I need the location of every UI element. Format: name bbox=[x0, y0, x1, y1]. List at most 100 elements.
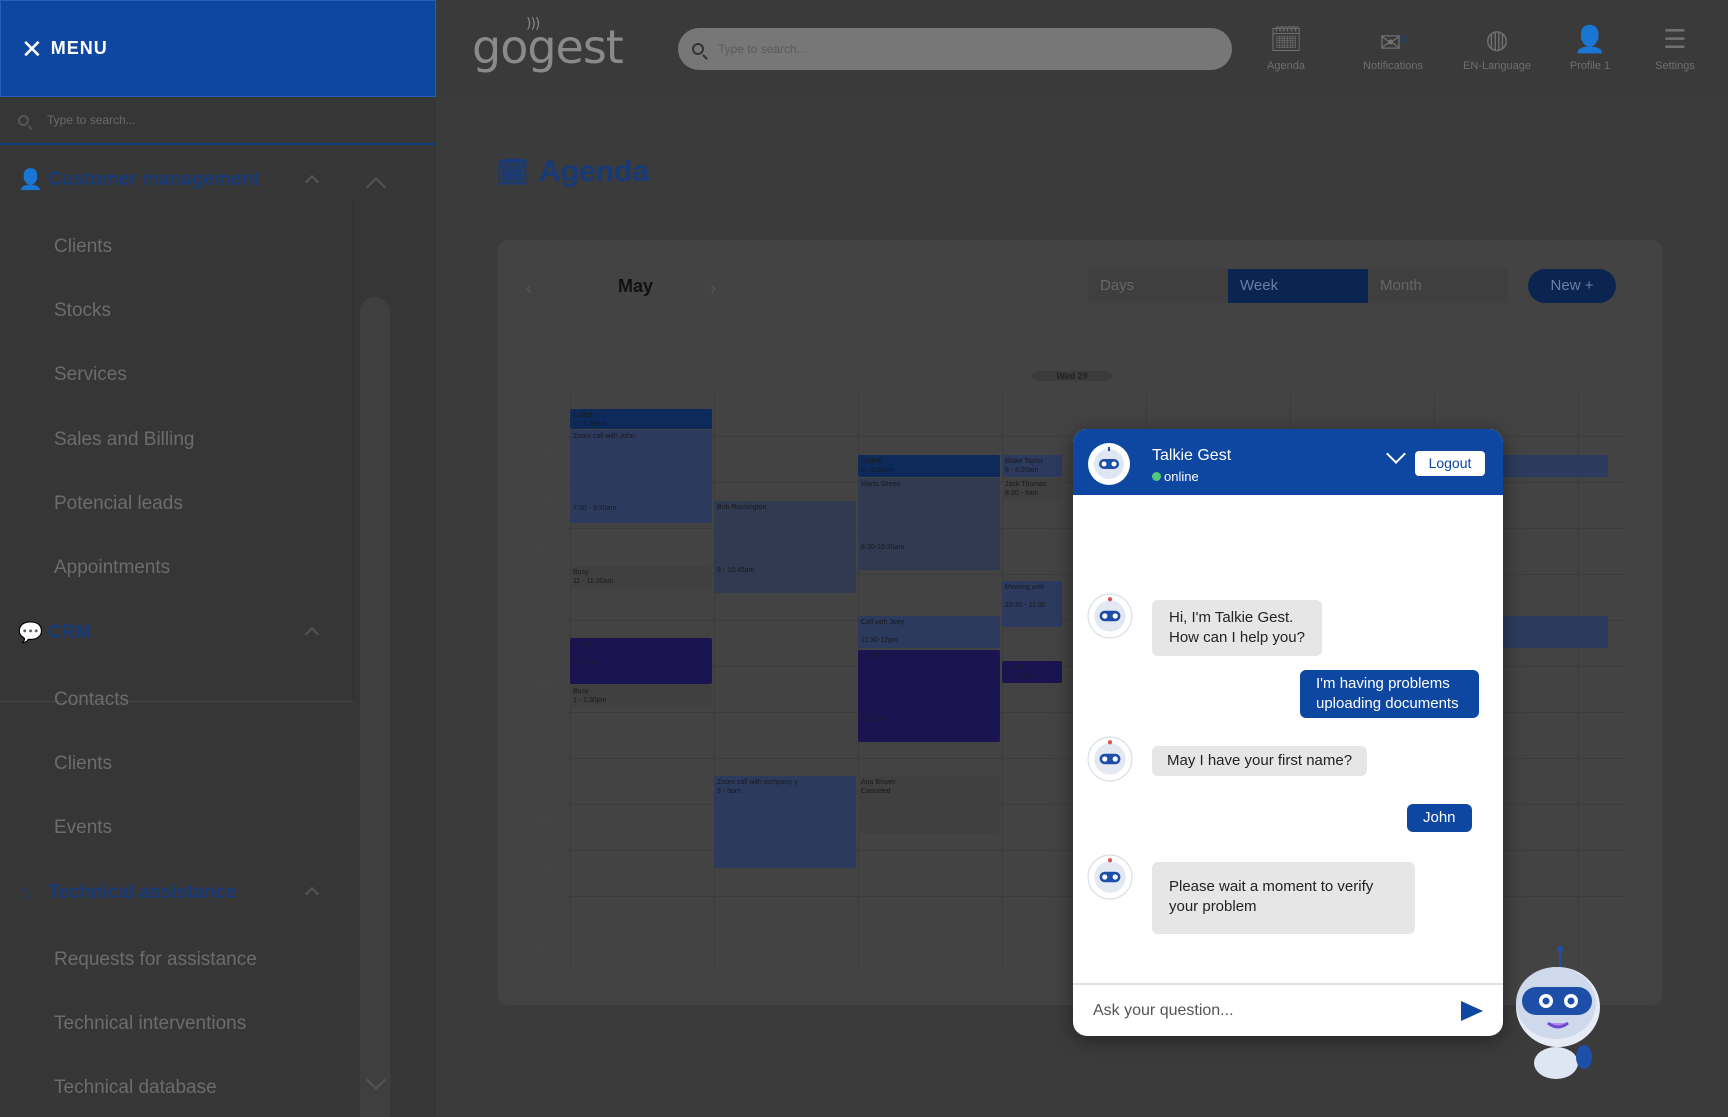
calendar-event[interactable]: Coffee 7 - 7:30am bbox=[570, 409, 712, 429]
page-title: 🗓 Agenda bbox=[496, 155, 650, 188]
scroll-down-icon[interactable] bbox=[366, 1073, 384, 1091]
sidebar-item-requests-assistance[interactable]: Requests for assistance bbox=[54, 949, 257, 971]
bot-name: Talkie Gest bbox=[1152, 447, 1232, 464]
sidebar-item-crm-clients[interactable]: Clients bbox=[54, 753, 112, 775]
hour-label: 2 PM bbox=[536, 726, 555, 735]
hand-pointer-icon: ☝ bbox=[18, 882, 31, 904]
view-days-button[interactable]: Days bbox=[1088, 269, 1228, 303]
hour-label: 1 PM bbox=[536, 680, 555, 689]
calendar-event[interactable]: Call with Joey 11:30-12pm bbox=[858, 616, 1000, 648]
hour-label: 11 AM bbox=[536, 588, 559, 597]
chat-input-field[interactable]: Ask your question... bbox=[1073, 983, 1503, 1036]
prev-month-icon[interactable]: ‹ bbox=[526, 278, 532, 299]
chat-bubbles-icon: 💬 bbox=[18, 622, 43, 644]
hour-label: 10 AM bbox=[536, 542, 560, 551]
hour-label: 9 AM bbox=[536, 496, 555, 505]
bot-message: Please wait a moment to verify your prob… bbox=[1152, 862, 1415, 934]
bot-status: online bbox=[1152, 469, 1199, 484]
user-message: John bbox=[1407, 804, 1472, 832]
sidebar-item-sales-billing[interactable]: Sales and Billing bbox=[54, 429, 194, 451]
day-header: Thu 29 bbox=[1201, 371, 1231, 381]
sidebar-item-technical-interventions[interactable]: Technical interventions bbox=[54, 1013, 246, 1035]
sidebar-item-services[interactable]: Services bbox=[54, 364, 127, 386]
menu-toggle[interactable]: ✕ MENU bbox=[0, 0, 436, 97]
sidebar-item-contacts[interactable]: Contacts bbox=[54, 689, 129, 711]
chevron-down-icon[interactable] bbox=[1385, 451, 1407, 465]
hour-label: 8 AM bbox=[536, 450, 555, 459]
calendar-event[interactable]: Lunch 12- 1pm bbox=[570, 638, 712, 684]
section-customer-management[interactable]: 👤 Customer management bbox=[18, 167, 259, 192]
close-icon[interactable]: ✕ bbox=[21, 36, 43, 62]
calendar-event[interactable] bbox=[1498, 455, 1608, 477]
user-message: I'm having problems uploading documents bbox=[1300, 670, 1479, 718]
agenda-nav-button[interactable]: 🗓 Agenda bbox=[1241, 24, 1331, 72]
calendar-event[interactable] bbox=[1498, 616, 1608, 648]
calendar-icon: 🗓 bbox=[1269, 24, 1303, 54]
view-toggle: Days Week Month bbox=[1088, 269, 1508, 303]
search-icon bbox=[692, 43, 704, 55]
sidebar-item-potencial-leads[interactable]: Potencial leads bbox=[54, 493, 183, 515]
sidebar-item-clients[interactable]: Clients bbox=[54, 236, 112, 258]
hour-label: 6 PM bbox=[536, 910, 555, 919]
send-icon[interactable] bbox=[1461, 1001, 1483, 1021]
user-icon: 👤 bbox=[1573, 24, 1607, 54]
language-nav-button[interactable]: ◍ EN-Language bbox=[1452, 24, 1542, 72]
chevron-up-icon[interactable] bbox=[304, 883, 318, 897]
calendar-clock-icon: 🗓 bbox=[496, 156, 530, 187]
bot-avatar-icon bbox=[1087, 736, 1133, 787]
calendar-event[interactable]: Lunch 1 - 1:30pm bbox=[1002, 661, 1062, 683]
next-month-icon[interactable]: › bbox=[710, 278, 716, 299]
search-icon bbox=[18, 114, 29, 126]
notification-badge: 3 bbox=[1401, 34, 1407, 44]
grid-column-line bbox=[1578, 390, 1579, 970]
calendar-event[interactable]: Busy 11 - 11:30am bbox=[570, 566, 712, 588]
settings-nav-button[interactable]: ☰ Settings bbox=[1630, 24, 1720, 72]
sidebar-item-events[interactable]: Events bbox=[54, 817, 112, 839]
sidebar-scrollbar[interactable] bbox=[360, 297, 390, 1117]
scroll-up-icon[interactable] bbox=[366, 173, 384, 191]
sidebar-search[interactable]: Type to search... bbox=[0, 97, 436, 145]
view-week-button[interactable]: Week bbox=[1228, 269, 1368, 303]
calendar-event[interactable]: Lunch 12- 2pm bbox=[858, 650, 1000, 742]
calendar-event[interactable]: Ana Brown Canceled bbox=[858, 776, 1000, 834]
top-search-bar[interactable]: Type to search... bbox=[678, 28, 1232, 70]
sidebar-item-technical-database[interactable]: Technical database bbox=[54, 1077, 217, 1099]
calendar-event[interactable]: Bob Rossington 9 - 10:45am bbox=[714, 501, 856, 593]
gogest-logo[interactable]: ))) gogest bbox=[472, 16, 624, 74]
bot-avatar-icon bbox=[1087, 593, 1133, 644]
sidebar-item-appointments[interactable]: Appointments bbox=[54, 557, 170, 579]
grid-column-line bbox=[714, 390, 715, 970]
calendar-event[interactable]: Marta Green 8:30-10:30am bbox=[858, 478, 1000, 570]
chat-header: Talkie Gest online Logout bbox=[1073, 429, 1503, 495]
bot-avatar-icon bbox=[1087, 854, 1133, 905]
menu-label: MENU bbox=[50, 38, 108, 58]
calendar-event[interactable]: Coffee 8 - 8:30am bbox=[858, 455, 1000, 477]
notifications-nav-button[interactable]: ✉3 Notifications bbox=[1348, 24, 1438, 72]
list-icon: ☰ bbox=[1663, 24, 1687, 54]
calendar-event[interactable]: Meeting with 10:30 - 11:30 bbox=[1002, 581, 1062, 627]
view-month-button[interactable]: Month bbox=[1368, 269, 1508, 303]
logout-button[interactable]: Logout bbox=[1415, 451, 1485, 476]
calendar-event[interactable]: Zoom call with company y3 - 5pm bbox=[714, 776, 856, 868]
bot-message: Hi, I'm Talkie Gest. How can I help you? bbox=[1152, 600, 1322, 656]
sidebar-item-stocks[interactable]: Stocks bbox=[54, 300, 111, 322]
section-technical-assistance[interactable]: ☝ Technical assistance bbox=[18, 880, 237, 905]
chevron-up-icon[interactable] bbox=[304, 623, 318, 637]
calendar-event[interactable]: Blake Taylor 8 - 8:20am bbox=[1002, 455, 1062, 477]
bot-avatar-icon bbox=[1087, 442, 1131, 491]
calendar-event[interactable]: Zoom call with John 7:30 - 9:30am bbox=[570, 430, 712, 523]
month-label: May bbox=[618, 276, 654, 296]
person-icon: 👤 bbox=[18, 169, 43, 191]
chatbot-mascot-icon[interactable] bbox=[1508, 945, 1604, 1086]
profile-nav-button[interactable]: 👤 Profile 1 bbox=[1545, 24, 1635, 72]
chevron-up-icon[interactable] bbox=[304, 171, 318, 185]
hour-label: 3 PM bbox=[536, 772, 555, 781]
top-search-placeholder[interactable]: Type to search... bbox=[718, 42, 807, 56]
section-crm[interactable]: 💬 CRM bbox=[18, 620, 91, 645]
day-header: Sat 29 bbox=[1490, 371, 1518, 381]
new-event-button[interactable]: New + bbox=[1528, 269, 1616, 303]
sidebar: Type to search... 👤 Customer management … bbox=[0, 97, 436, 1117]
top-bar: ✕ MENU ))) gogest Type to search... 🗓 Ag… bbox=[0, 0, 1728, 97]
calendar-event[interactable]: Busy 1 - 1:30pm bbox=[570, 685, 712, 707]
calendar-event[interactable]: Jack Thomas 8:20 - 9am bbox=[1002, 478, 1062, 500]
